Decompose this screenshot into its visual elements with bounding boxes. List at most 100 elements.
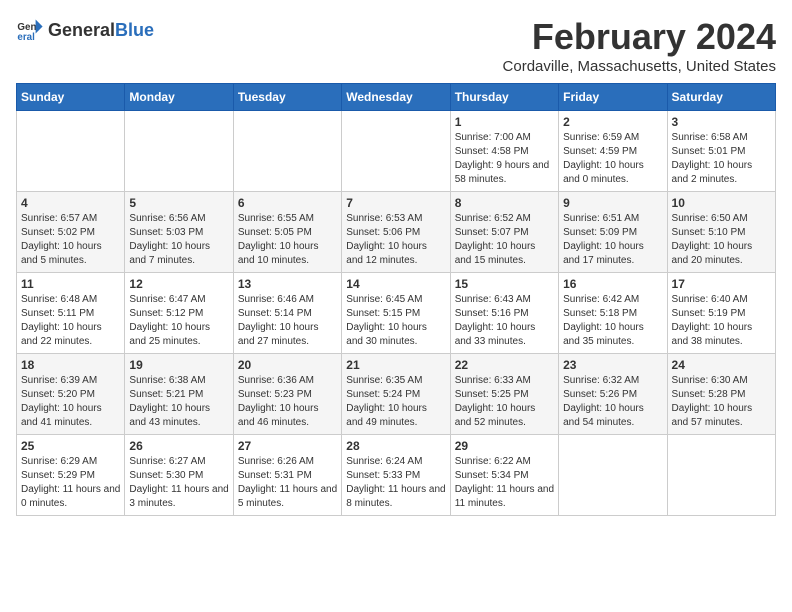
day-info: Sunrise: 6:52 AM Sunset: 5:07 PM Dayligh… bbox=[455, 212, 554, 268]
calendar-cell: 19Sunrise: 6:38 AM Sunset: 5:21 PM Dayli… bbox=[125, 354, 233, 435]
calendar-cell bbox=[342, 111, 450, 192]
day-number: 23 bbox=[563, 358, 662, 372]
day-number: 13 bbox=[238, 277, 337, 291]
col-header-monday: Monday bbox=[125, 84, 233, 111]
day-info: Sunrise: 6:39 AM Sunset: 5:20 PM Dayligh… bbox=[21, 374, 120, 430]
day-number: 9 bbox=[563, 196, 662, 210]
day-info: Sunrise: 6:26 AM Sunset: 5:31 PM Dayligh… bbox=[238, 455, 337, 511]
logo-icon: Gen eral bbox=[16, 16, 44, 44]
calendar-week-4: 18 Sunrise: 6:39 AM Sunset: 5:20 PM Dayli… bbox=[17, 354, 776, 435]
calendar-cell bbox=[559, 435, 667, 516]
calendar-cell: 8 Sunrise: 6:52 AM Sunset: 5:07 PM Daylig… bbox=[450, 192, 558, 273]
day-info: Sunrise: 6:36 AM Sunset: 5:23 PM Dayligh… bbox=[238, 374, 337, 430]
calendar-cell bbox=[233, 111, 341, 192]
day-number: 17 bbox=[672, 277, 771, 291]
calendar-cell: 28 Sunrise: 6:24 AM Sunset: 5:33 PM Dayli… bbox=[342, 435, 450, 516]
calendar-cell: 23 Sunrise: 6:32 AM Sunset: 5:26 PM Dayli… bbox=[559, 354, 667, 435]
calendar-table: SundayMondayTuesdayWednesdayThursdayFrid… bbox=[16, 83, 776, 516]
calendar-cell: 1 Sunrise: 7:00 AM Sunset: 4:58 PM Daylig… bbox=[450, 111, 558, 192]
title-area: February 2024 Cordaville, Massachusetts,… bbox=[503, 16, 776, 75]
day-info: Sunrise: 6:22 AM Sunset: 5:34 PM Dayligh… bbox=[455, 455, 554, 511]
day-info: Sunrise: 6:33 AM Sunset: 5:25 PM Dayligh… bbox=[455, 374, 554, 430]
calendar-cell: 22 Sunrise: 6:33 AM Sunset: 5:25 PM Dayli… bbox=[450, 354, 558, 435]
day-info: Sunrise: 6:45 AM Sunset: 5:15 PM Dayligh… bbox=[346, 293, 445, 349]
calendar-cell: 3 Sunrise: 6:58 AM Sunset: 5:01 PM Daylig… bbox=[667, 111, 775, 192]
col-header-wednesday: Wednesday bbox=[342, 84, 450, 111]
calendar-cell: 5 Sunrise: 6:56 AM Sunset: 5:03 PM Daylig… bbox=[125, 192, 233, 273]
calendar-cell bbox=[17, 111, 125, 192]
calendar-cell: 12 Sunrise: 6:47 AM Sunset: 5:12 PM Dayli… bbox=[125, 273, 233, 354]
calendar-cell: 20 Sunrise: 6:36 AM Sunset: 5:23 PM Dayli… bbox=[233, 354, 341, 435]
day-info: Sunrise: 6:48 AM Sunset: 5:11 PM Dayligh… bbox=[21, 293, 120, 349]
day-info: Sunrise: 6:27 AM Sunset: 5:30 PM Dayligh… bbox=[129, 455, 228, 511]
calendar-week-3: 11 Sunrise: 6:48 AM Sunset: 5:11 PM Dayli… bbox=[17, 273, 776, 354]
day-info: Sunrise: 6:30 AM Sunset: 5:28 PM Dayligh… bbox=[672, 374, 771, 430]
day-number: 6 bbox=[238, 196, 337, 210]
logo-blue: Blue bbox=[115, 20, 154, 41]
col-header-friday: Friday bbox=[559, 84, 667, 111]
logo-general: General bbox=[48, 20, 115, 41]
day-number: 28 bbox=[346, 439, 445, 453]
logo-wordmark: GeneralBlue bbox=[48, 20, 154, 41]
day-number: 3 bbox=[672, 115, 771, 129]
calendar-header-row: SundayMondayTuesdayWednesdayThursdayFrid… bbox=[17, 84, 776, 111]
calendar-cell: 17Sunrise: 6:40 AM Sunset: 5:19 PM Dayli… bbox=[667, 273, 775, 354]
day-number: 21 bbox=[346, 358, 445, 372]
day-number: 12 bbox=[129, 277, 228, 291]
day-info: Sunrise: 7:00 AM Sunset: 4:58 PM Dayligh… bbox=[455, 131, 554, 187]
day-number: 20 bbox=[238, 358, 337, 372]
day-info: Sunrise: 6:59 AM Sunset: 4:59 PM Dayligh… bbox=[563, 131, 662, 187]
day-number: 26 bbox=[129, 439, 228, 453]
day-info: Sunrise: 6:46 AM Sunset: 5:14 PM Dayligh… bbox=[238, 293, 337, 349]
calendar-week-5: 25 Sunrise: 6:29 AM Sunset: 5:29 PM Dayli… bbox=[17, 435, 776, 516]
day-info: Sunrise: 6:24 AM Sunset: 5:33 PM Dayligh… bbox=[346, 455, 445, 511]
calendar-cell: 16 Sunrise: 6:42 AM Sunset: 5:18 PM Dayli… bbox=[559, 273, 667, 354]
day-number: 14 bbox=[346, 277, 445, 291]
calendar-cell: 7 Sunrise: 6:53 AM Sunset: 5:06 PM Daylig… bbox=[342, 192, 450, 273]
day-info: Sunrise: 6:43 AM Sunset: 5:16 PM Dayligh… bbox=[455, 293, 554, 349]
day-info: Sunrise: 6:58 AM Sunset: 5:01 PM Dayligh… bbox=[672, 131, 771, 187]
day-number: 29 bbox=[455, 439, 554, 453]
calendar-cell: 21 Sunrise: 6:35 AM Sunset: 5:24 PM Dayli… bbox=[342, 354, 450, 435]
day-number: 11 bbox=[21, 277, 120, 291]
calendar-cell: 4 Sunrise: 6:57 AM Sunset: 5:02 PM Daylig… bbox=[17, 192, 125, 273]
day-number: 25 bbox=[21, 439, 120, 453]
day-number: 1 bbox=[455, 115, 554, 129]
calendar-cell: 29 Sunrise: 6:22 AM Sunset: 5:34 PM Dayli… bbox=[450, 435, 558, 516]
day-info: Sunrise: 6:56 AM Sunset: 5:03 PM Dayligh… bbox=[129, 212, 228, 268]
day-number: 18 bbox=[21, 358, 120, 372]
day-info: Sunrise: 6:42 AM Sunset: 5:18 PM Dayligh… bbox=[563, 293, 662, 349]
day-info: Sunrise: 6:51 AM Sunset: 5:09 PM Dayligh… bbox=[563, 212, 662, 268]
calendar-cell: 14 Sunrise: 6:45 AM Sunset: 5:15 PM Dayli… bbox=[342, 273, 450, 354]
day-number: 16 bbox=[563, 277, 662, 291]
day-info: Sunrise: 6:57 AM Sunset: 5:02 PM Dayligh… bbox=[21, 212, 120, 268]
day-info: Sunrise: 6:29 AM Sunset: 5:29 PM Dayligh… bbox=[21, 455, 120, 511]
calendar-cell: 6 Sunrise: 6:55 AM Sunset: 5:05 PM Daylig… bbox=[233, 192, 341, 273]
day-number: 7 bbox=[346, 196, 445, 210]
calendar-cell: 10 Sunrise: 6:50 AM Sunset: 5:10 PM Dayli… bbox=[667, 192, 775, 273]
day-number: 5 bbox=[129, 196, 228, 210]
col-header-sunday: Sunday bbox=[17, 84, 125, 111]
day-info: Sunrise: 6:32 AM Sunset: 5:26 PM Dayligh… bbox=[563, 374, 662, 430]
day-info: Sunrise: 6:35 AM Sunset: 5:24 PM Dayligh… bbox=[346, 374, 445, 430]
day-info: Sunrise: 6:55 AM Sunset: 5:05 PM Dayligh… bbox=[238, 212, 337, 268]
day-number: 19 bbox=[129, 358, 228, 372]
day-number: 10 bbox=[672, 196, 771, 210]
calendar-week-2: 4 Sunrise: 6:57 AM Sunset: 5:02 PM Daylig… bbox=[17, 192, 776, 273]
calendar-cell: 15Sunrise: 6:43 AM Sunset: 5:16 PM Dayli… bbox=[450, 273, 558, 354]
day-number: 22 bbox=[455, 358, 554, 372]
day-number: 4 bbox=[21, 196, 120, 210]
calendar-cell bbox=[667, 435, 775, 516]
location-subtitle: Cordaville, Massachusetts, United States bbox=[503, 58, 776, 75]
calendar-week-1: 1 Sunrise: 7:00 AM Sunset: 4:58 PM Daylig… bbox=[17, 111, 776, 192]
calendar-cell bbox=[125, 111, 233, 192]
day-number: 27 bbox=[238, 439, 337, 453]
day-number: 24 bbox=[672, 358, 771, 372]
day-info: Sunrise: 6:53 AM Sunset: 5:06 PM Dayligh… bbox=[346, 212, 445, 268]
page-header: Gen eral GeneralBlue February 2024 Corda… bbox=[16, 16, 776, 75]
day-info: Sunrise: 6:47 AM Sunset: 5:12 PM Dayligh… bbox=[129, 293, 228, 349]
day-number: 8 bbox=[455, 196, 554, 210]
logo: Gen eral GeneralBlue bbox=[16, 16, 154, 44]
day-number: 2 bbox=[563, 115, 662, 129]
day-info: Sunrise: 6:50 AM Sunset: 5:10 PM Dayligh… bbox=[672, 212, 771, 268]
